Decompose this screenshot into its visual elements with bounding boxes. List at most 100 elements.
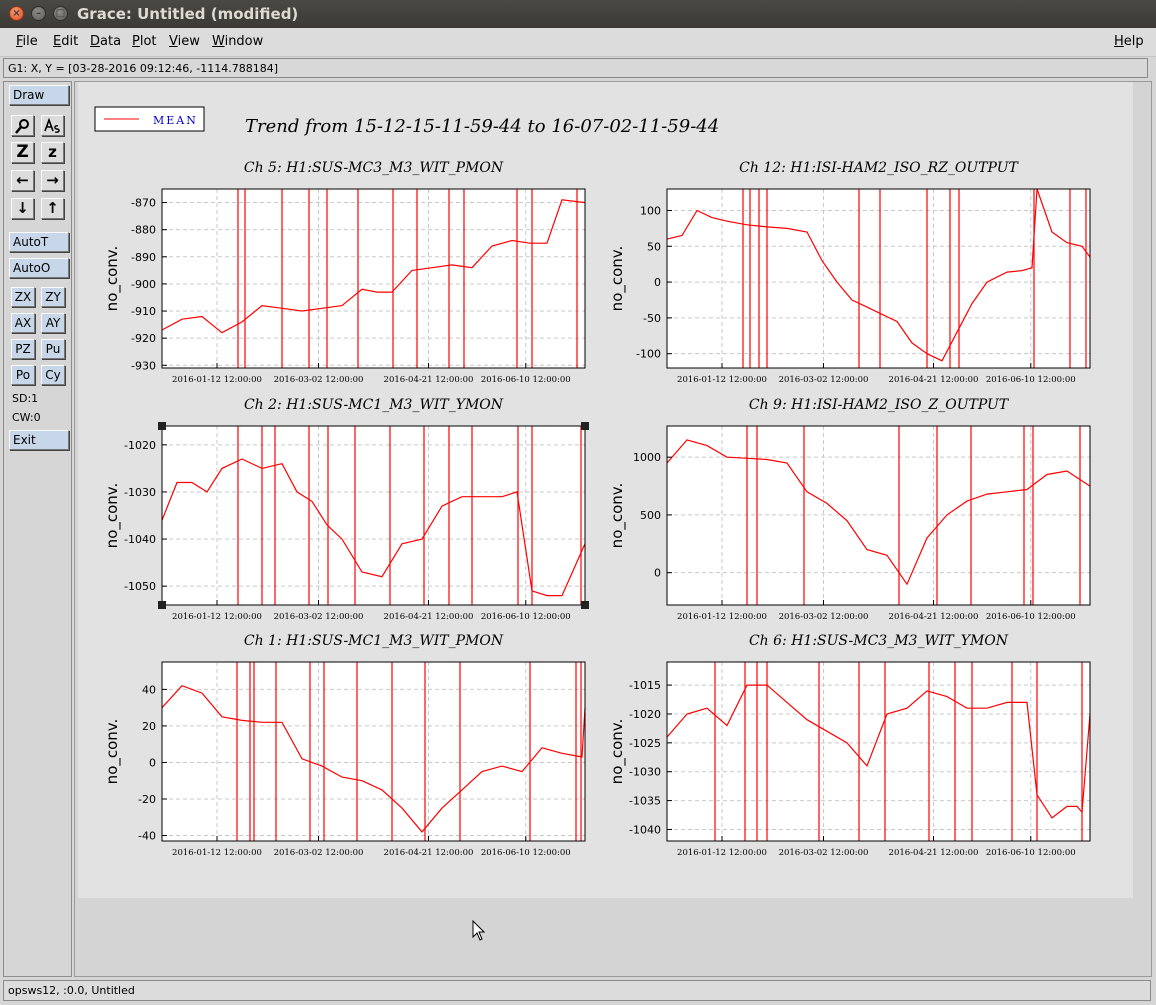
menu-plot[interactable]: Plot (132, 34, 157, 49)
autoo-button[interactable]: AutoO (9, 258, 69, 278)
y-axis-label: no_conv. (608, 246, 627, 312)
menu-help[interactable]: Help (1114, 34, 1144, 49)
x-tick-label: 2016-01-12 12:00:00 (172, 612, 262, 622)
y-tick-label: -1040 (124, 533, 156, 546)
menu-view[interactable]: View (169, 34, 200, 49)
plot-background (162, 426, 585, 605)
y-tick-label: -1030 (124, 486, 156, 499)
zoom-button[interactable] (11, 115, 34, 136)
x-tick-label: 2016-03-02 12:00:00 (274, 375, 364, 385)
maximize-window-icon[interactable]: □ (53, 6, 68, 21)
scroll-down-button[interactable]: ↓ (11, 198, 34, 219)
zoom-z-small-icon: z (48, 143, 57, 161)
y-tick-label: -910 (131, 305, 156, 318)
ax-button[interactable]: AX (11, 313, 35, 333)
x-tick-label: 2016-03-02 12:00:00 (779, 375, 869, 385)
toolbox-panel: Draw Z z ← → ↓ ↑ AutoT AutoO ZX ZY AX AY… (3, 81, 72, 977)
graph-canvas[interactable]: MEAN Trend from 15-12-15-11-59-44 to 16-… (78, 82, 1133, 898)
menu-file[interactable]: File (16, 34, 38, 49)
plot-title: Ch 5: H1:SUS-MC3_M3_WIT_PMON (244, 160, 504, 176)
cw-label: CW:0 (12, 411, 41, 424)
pu-button[interactable]: Pu (41, 339, 65, 359)
y-tick-label: -900 (131, 278, 156, 291)
autot-button[interactable]: AutoT (9, 232, 69, 252)
window-title: Grace: Untitled (modified) (77, 5, 299, 23)
title-bar: × – □ Grace: Untitled (modified) (0, 0, 1156, 28)
x-tick-label: 2016-04-21 12:00:00 (384, 612, 474, 622)
text-tool-button[interactable] (41, 115, 64, 136)
selection-handle (158, 601, 166, 609)
y-tick-label: 0 (654, 567, 661, 580)
y-tick-label: -100 (636, 348, 661, 361)
close-window-icon[interactable]: × (9, 6, 24, 21)
plot-background (667, 189, 1090, 368)
minimize-window-icon[interactable]: – (31, 6, 46, 21)
menu-data[interactable]: Data (90, 34, 121, 49)
selection-handle (581, 601, 589, 609)
y-tick-label: -50 (643, 312, 661, 325)
y-tick-label: 100 (640, 204, 661, 217)
x-tick-label: 2016-04-21 12:00:00 (889, 375, 979, 385)
ay-button[interactable]: AY (41, 313, 65, 333)
zoom-z-small-button[interactable]: z (41, 142, 64, 163)
figure-title: Trend from 15-12-15-11-59-44 to 16-07-02… (245, 116, 719, 137)
menu-bar: File Edit Data Plot View Window Help (0, 28, 1156, 57)
selection-handle (158, 422, 166, 430)
x-tick-label: 2016-06-10 12:00:00 (986, 612, 1076, 622)
x-tick-label: 2016-04-21 12:00:00 (384, 848, 474, 858)
x-tick-label: 2016-03-02 12:00:00 (274, 848, 364, 858)
po-button[interactable]: Po (11, 365, 35, 385)
plot-svg[interactable]: MEAN Trend from 15-12-15-11-59-44 to 16-… (78, 82, 1133, 898)
exit-button[interactable]: Exit (9, 430, 69, 450)
x-tick-label: 2016-03-02 12:00:00 (779, 612, 869, 622)
mouse-pointer-icon (472, 920, 486, 941)
x-tick-label: 2016-01-12 12:00:00 (677, 612, 767, 622)
status-bar: opsws12, :0.0, Untitled (3, 980, 1151, 1001)
y-axis-label: no_conv. (608, 719, 627, 785)
zx-button[interactable]: ZX (11, 287, 35, 307)
y-tick-label: 50 (647, 240, 661, 253)
zoom-z-icon: Z (16, 142, 29, 162)
plot-background (162, 662, 585, 841)
menu-edit[interactable]: Edit (53, 34, 78, 49)
y-tick-label: -930 (131, 359, 156, 372)
y-tick-label: -1035 (629, 795, 661, 808)
draw-button[interactable]: Draw (9, 85, 69, 105)
zy-button[interactable]: ZY (41, 287, 65, 307)
plot-background (667, 426, 1090, 605)
x-tick-label: 2016-01-12 12:00:00 (677, 375, 767, 385)
y-tick-label: 1000 (633, 451, 661, 464)
y-tick-label: -920 (131, 332, 156, 345)
plot-title: Ch 2: H1:SUS-MC1_M3_WIT_YMON (244, 397, 504, 413)
locator-bar: G1: X, Y = [03-28-2016 09:12:46, -1114.7… (3, 58, 1148, 78)
plot-title: Ch 9: H1:ISI-HAM2_ISO_Z_OUTPUT (749, 397, 1010, 413)
scroll-up-button[interactable]: ↑ (41, 198, 64, 219)
y-tick-label: -890 (131, 251, 156, 264)
y-axis-label: no_conv. (608, 483, 627, 549)
plot-background (162, 189, 585, 368)
x-tick-label: 2016-01-12 12:00:00 (172, 848, 262, 858)
zoom-z-button[interactable]: Z (11, 142, 34, 163)
y-tick-label: -1030 (629, 766, 661, 779)
y-tick-label: 0 (654, 276, 661, 289)
x-tick-label: 2016-04-21 12:00:00 (384, 375, 474, 385)
menu-window[interactable]: Window (212, 34, 263, 49)
x-tick-label: 2016-03-02 12:00:00 (779, 848, 869, 858)
y-tick-label: -870 (131, 197, 156, 210)
y-tick-label: -1020 (124, 439, 156, 452)
x-tick-label: 2016-06-10 12:00:00 (481, 375, 571, 385)
arrow-down-icon: ↓ (16, 199, 29, 217)
cy-button[interactable]: Cy (41, 365, 65, 385)
x-tick-label: 2016-06-10 12:00:00 (986, 375, 1076, 385)
legend-label: MEAN (153, 114, 198, 127)
scroll-left-button[interactable]: ← (11, 170, 34, 191)
drawing-area[interactable]: MEAN Trend from 15-12-15-11-59-44 to 16-… (74, 81, 1152, 977)
y-tick-label: 20 (142, 720, 156, 733)
pz-button[interactable]: PZ (11, 339, 35, 359)
y-tick-label: -1050 (124, 580, 156, 593)
text-icon (44, 117, 60, 133)
plot-background (667, 662, 1090, 841)
y-tick-label: 40 (142, 683, 156, 696)
scroll-right-button[interactable]: → (41, 170, 64, 191)
plot-title: Ch 6: H1:SUS-MC3_M3_WIT_YMON (749, 633, 1009, 649)
